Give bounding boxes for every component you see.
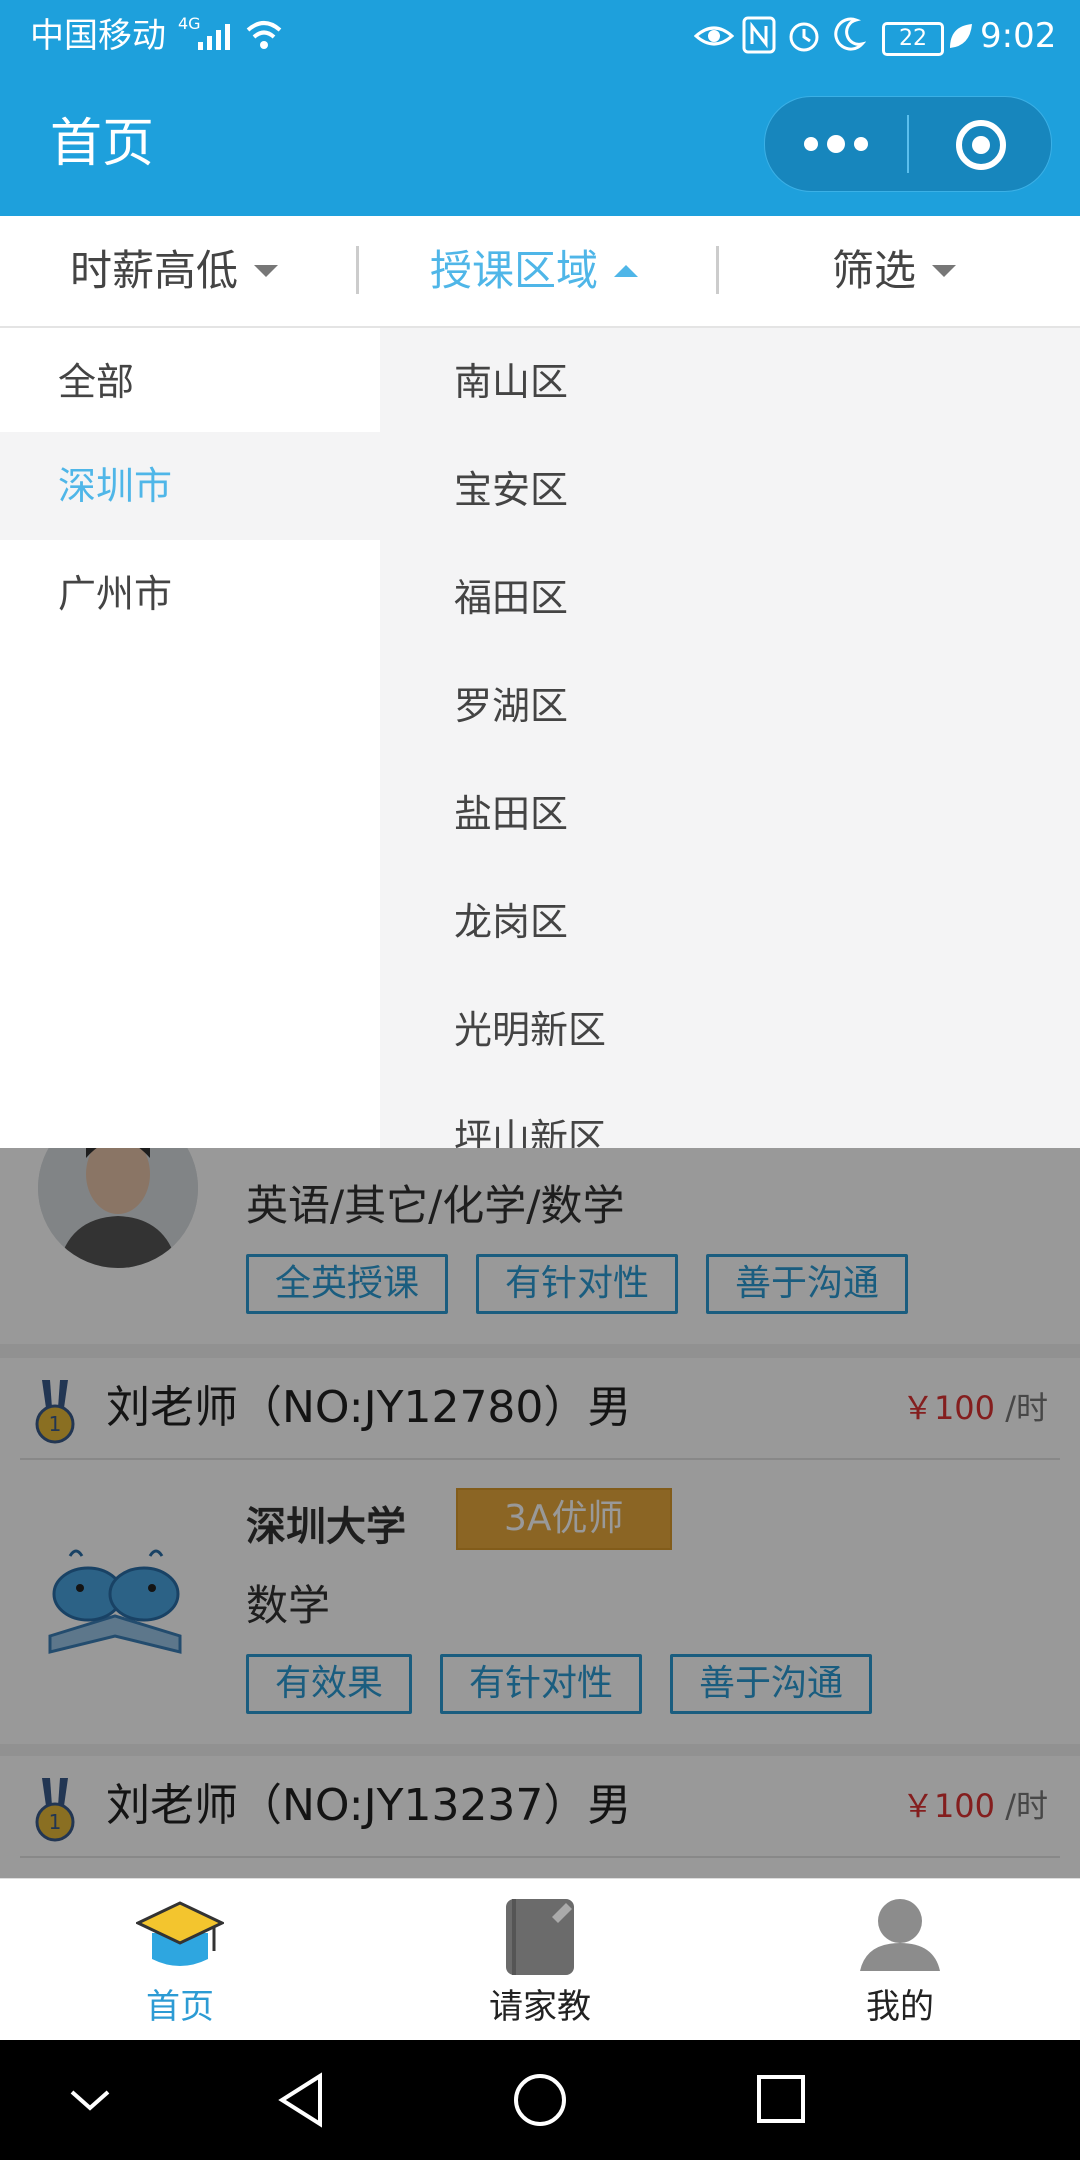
wifi-icon [246,21,282,49]
graduation-cap-icon [136,1901,224,1966]
back-icon[interactable] [274,2070,328,2130]
district-item[interactable]: 龙岗区 [454,868,568,976]
eye-icon [694,26,734,46]
city-column: 全部 深圳市 广州市 [0,328,380,1148]
district-item[interactable]: 宝安区 [454,436,568,544]
filter-label: 授课区域 [430,246,599,295]
battery-level: 22 [899,26,927,51]
area-dropdown: 全部 深圳市 广州市 南山区 宝安区 福田区 罗湖区 盐田区 龙岗区 光明新区 … [0,328,1080,1148]
leaf-icon [950,24,972,48]
battery-icon: 22 [882,22,944,56]
filter-bar: 时薪高低 授课区域 筛选 [0,216,1080,328]
district-item[interactable]: 罗湖区 [454,652,568,760]
city-item-all[interactable]: 全部 [0,328,380,436]
tab-home[interactable]: 首页 [0,1879,360,2041]
title-bar: 首页 [0,72,1080,216]
close-miniprogram-button[interactable] [909,97,1051,191]
more-button[interactable] [765,97,907,191]
filter-label: 筛选 [832,246,917,295]
chevron-down-icon[interactable] [66,2080,114,2120]
tab-label: 请家教 [489,1987,591,2027]
city-item-guangzhou[interactable]: 广州市 [0,540,380,648]
nfc-icon [742,16,776,54]
district-item[interactable]: 坪山新区 [454,1084,606,1148]
tab-request-tutor[interactable]: 请家教 [360,1879,720,2041]
filter-hourly-rate[interactable]: 时薪高低 [70,216,279,326]
signal-icon [198,24,230,50]
more-dots-icon [804,135,868,153]
filter-divider [716,246,719,294]
system-nav-bar [0,2040,1080,2160]
district-item[interactable]: 南山区 [454,328,568,436]
district-item[interactable]: 福田区 [454,544,568,652]
filter-label: 时薪高低 [70,246,239,295]
notebook-icon [506,1899,574,1975]
district-item[interactable]: 光明新区 [454,976,606,1084]
status-bar: 中国移动 4G 22 9:02 [0,0,1080,72]
home-icon[interactable] [510,2070,570,2130]
caret-down-icon [932,265,957,277]
target-icon [956,120,1006,170]
caret-down-icon [254,265,279,277]
tab-label: 我的 [866,1987,934,2027]
miniprogram-capsule [764,96,1052,192]
filter-divider [356,246,359,294]
recents-icon[interactable] [754,2072,810,2128]
district-item[interactable]: 盐田区 [454,760,568,868]
bottom-tab-bar: 首页 请家教 我的 [0,1878,1080,2041]
moon-icon [834,17,866,51]
city-item-shenzhen[interactable]: 深圳市 [0,432,380,540]
tab-mine[interactable]: 我的 [720,1879,1080,2041]
time-label: 9:02 [980,16,1057,56]
filter-more[interactable]: 筛选 [832,216,957,326]
dropdown-mask[interactable] [0,1148,1080,1878]
alarm-icon [789,22,819,52]
user-icon [860,1899,940,1971]
filter-teaching-area[interactable]: 授课区域 [430,216,639,326]
tab-label: 首页 [146,1987,214,2027]
caret-up-icon [614,265,639,277]
carrier-label: 中国移动 [30,16,166,56]
page-title: 首页 [50,114,155,174]
